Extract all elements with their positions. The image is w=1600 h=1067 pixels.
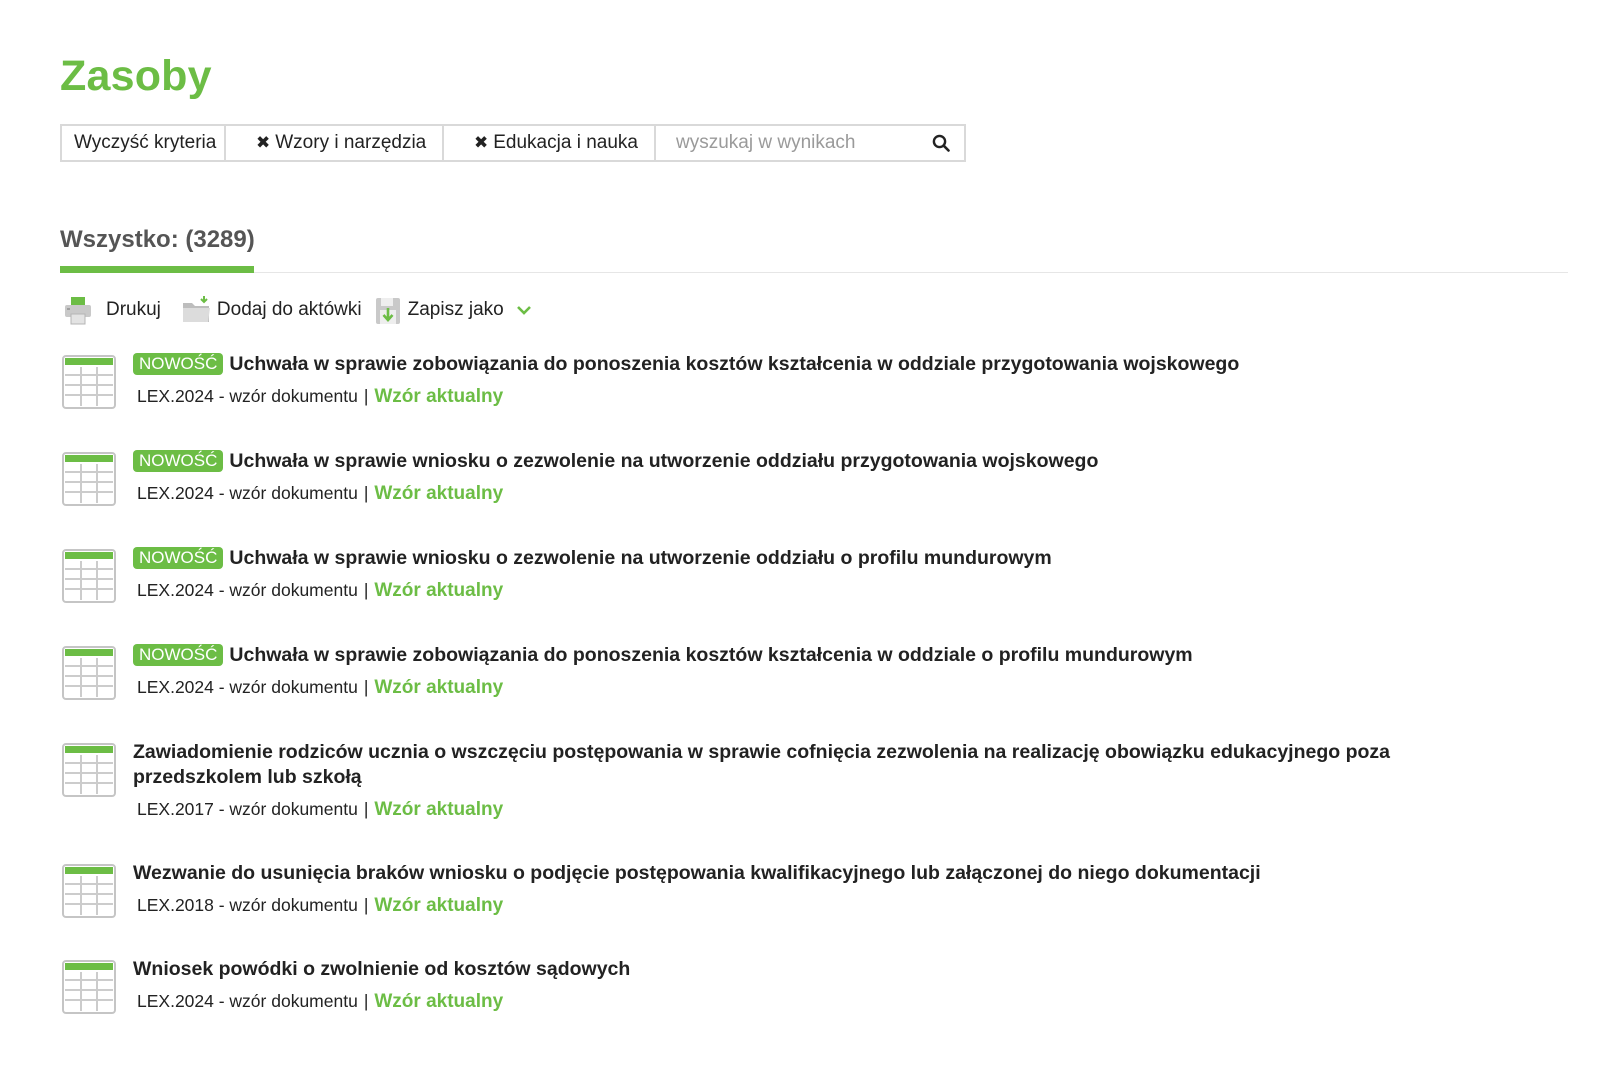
list-item: NOWOŚĆ Uchwała w sprawie zobowiązania do …	[60, 352, 1480, 449]
filter-chip-label: Wzory i narzędzia	[275, 132, 427, 153]
result-meta: LEX.2024 - wzór dokumentu | Wzór aktualny	[133, 482, 1480, 505]
list-item: NOWOŚĆ Uchwała w sprawie wniosku o zezwol…	[60, 546, 1480, 643]
save-icon	[375, 298, 400, 324]
folder-add-icon	[182, 296, 210, 322]
save-as-label: Zapisz jako	[407, 299, 504, 320]
status-link[interactable]: Wzór aktualny	[374, 580, 503, 601]
list-item: Zawiadomienie rodziców ucznia o wszczęci…	[60, 740, 1480, 861]
result-meta: LEX.2017 - wzór dokumentu | Wzór aktualny	[133, 798, 1480, 821]
filter-chip-label: Edukacja i nauka	[493, 132, 638, 153]
search-input[interactable]	[676, 128, 926, 158]
print-label: Drukuj	[106, 299, 161, 320]
document-template-icon	[62, 960, 116, 1014]
result-title: Uchwała w sprawie wniosku o zezwolenie n…	[229, 547, 1052, 569]
result-title: Wezwanie do usunięcia braków wniosku o p…	[133, 862, 1261, 884]
results-list: NOWOŚĆ Uchwała w sprawie zobowiązania do …	[60, 352, 1480, 1037]
status-link[interactable]: Wzór aktualny	[374, 677, 503, 698]
document-template-icon	[62, 549, 116, 603]
result-title-link[interactable]: NOWOŚĆ Uchwała w sprawie wniosku o zezwol…	[133, 449, 1480, 474]
result-title-link[interactable]: NOWOŚĆ Uchwała w sprawie zobowiązania do …	[133, 643, 1480, 668]
new-badge: NOWOŚĆ	[133, 353, 224, 375]
document-template-icon	[62, 743, 116, 797]
result-title: Uchwała w sprawie zobowiązania do ponosz…	[229, 644, 1193, 666]
document-template-icon	[62, 452, 116, 506]
meta-separator: |	[363, 483, 369, 503]
add-to-briefcase-button[interactable]: Dodaj do aktówki	[181, 294, 362, 326]
result-source: LEX.2024 - wzór dokumentu	[137, 386, 358, 406]
result-title: Zawiadomienie rodziców ucznia o wszczęci…	[133, 741, 1391, 788]
tab-bar: Wszystko: (3289)	[60, 222, 1568, 273]
result-meta: LEX.2018 - wzór dokumentu | Wzór aktualny	[133, 894, 1480, 917]
search-box	[656, 126, 964, 160]
save-as-button[interactable]: Zapisz jako	[374, 294, 504, 326]
remove-filter-icon[interactable]: ✖	[256, 133, 270, 153]
tab-all[interactable]: Wszystko: (3289)	[60, 222, 255, 271]
meta-separator: |	[363, 799, 369, 819]
list-item: NOWOŚĆ Uchwała w sprawie zobowiązania do …	[60, 643, 1480, 740]
result-source: LEX.2018 - wzór dokumentu	[137, 895, 358, 915]
result-source: LEX.2017 - wzór dokumentu	[137, 799, 358, 819]
result-source: LEX.2024 - wzór dokumentu	[137, 483, 358, 503]
list-item: NOWOŚĆ Uchwała w sprawie wniosku o zezwol…	[60, 449, 1480, 546]
document-template-icon	[62, 646, 116, 700]
status-link[interactable]: Wzór aktualny	[374, 991, 503, 1012]
remove-filter-icon[interactable]: ✖	[474, 133, 488, 153]
result-meta: LEX.2024 - wzór dokumentu | Wzór aktualny	[133, 676, 1480, 699]
result-title-link[interactable]: NOWOŚĆ Uchwała w sprawie zobowiązania do …	[133, 352, 1480, 377]
result-source: LEX.2024 - wzór dokumentu	[137, 677, 358, 697]
chevron-down-icon[interactable]	[516, 304, 532, 316]
add-to-briefcase-label: Dodaj do aktówki	[216, 299, 362, 320]
document-template-icon	[62, 355, 116, 409]
page-title: Zasoby	[60, 52, 212, 100]
status-link[interactable]: Wzór aktualny	[374, 386, 503, 407]
print-button[interactable]: Drukuj	[62, 294, 161, 326]
new-badge: NOWOŚĆ	[133, 644, 224, 666]
result-source: LEX.2024 - wzór dokumentu	[137, 580, 358, 600]
list-item: Wniosek powódki o zwolnienie od kosztów …	[60, 957, 1480, 1037]
result-title: Uchwała w sprawie zobowiązania do ponosz…	[229, 353, 1240, 375]
printer-icon	[65, 297, 91, 325]
document-template-icon	[62, 864, 116, 918]
result-source: LEX.2024 - wzór dokumentu	[137, 991, 358, 1011]
result-meta: LEX.2024 - wzór dokumentu | Wzór aktualny	[133, 385, 1480, 408]
result-title: Wniosek powódki o zwolnienie od kosztów …	[133, 958, 631, 980]
result-meta: LEX.2024 - wzór dokumentu | Wzór aktualny	[133, 990, 1480, 1013]
meta-separator: |	[363, 580, 369, 600]
list-item: Wezwanie do usunięcia braków wniosku o p…	[60, 861, 1480, 957]
status-link[interactable]: Wzór aktualny	[374, 799, 503, 820]
filter-chip-edukacja[interactable]: ✖ Edukacja i nauka	[444, 126, 656, 160]
result-title-link[interactable]: NOWOŚĆ Uchwała w sprawie wniosku o zezwol…	[133, 546, 1480, 571]
active-tab-indicator	[60, 266, 254, 273]
result-title-link[interactable]: Wezwanie do usunięcia braków wniosku o p…	[133, 861, 1480, 886]
new-badge: NOWOŚĆ	[133, 547, 224, 569]
meta-separator: |	[363, 895, 369, 915]
search-icon[interactable]	[932, 134, 950, 152]
filter-bar: Wyczyść kryteria ✖ Wzory i narzędzia ✖ E…	[60, 124, 966, 162]
result-title-link[interactable]: Zawiadomienie rodziców ucznia o wszczęci…	[133, 740, 1480, 790]
result-meta: LEX.2024 - wzór dokumentu | Wzór aktualny	[133, 579, 1480, 602]
status-link[interactable]: Wzór aktualny	[374, 895, 503, 916]
status-link[interactable]: Wzór aktualny	[374, 483, 503, 504]
result-title-link[interactable]: Wniosek powódki o zwolnienie od kosztów …	[133, 957, 1480, 982]
meta-separator: |	[363, 677, 369, 697]
clear-criteria-button[interactable]: Wyczyść kryteria	[62, 126, 226, 160]
filter-chip-wzory[interactable]: ✖ Wzory i narzędzia	[226, 126, 444, 160]
meta-separator: |	[363, 991, 369, 1011]
toolbar: Drukuj Dodaj do aktówki Zapisz jako	[62, 292, 532, 328]
meta-separator: |	[363, 386, 369, 406]
new-badge: NOWOŚĆ	[133, 450, 224, 472]
result-title: Uchwała w sprawie wniosku o zezwolenie n…	[229, 450, 1099, 472]
